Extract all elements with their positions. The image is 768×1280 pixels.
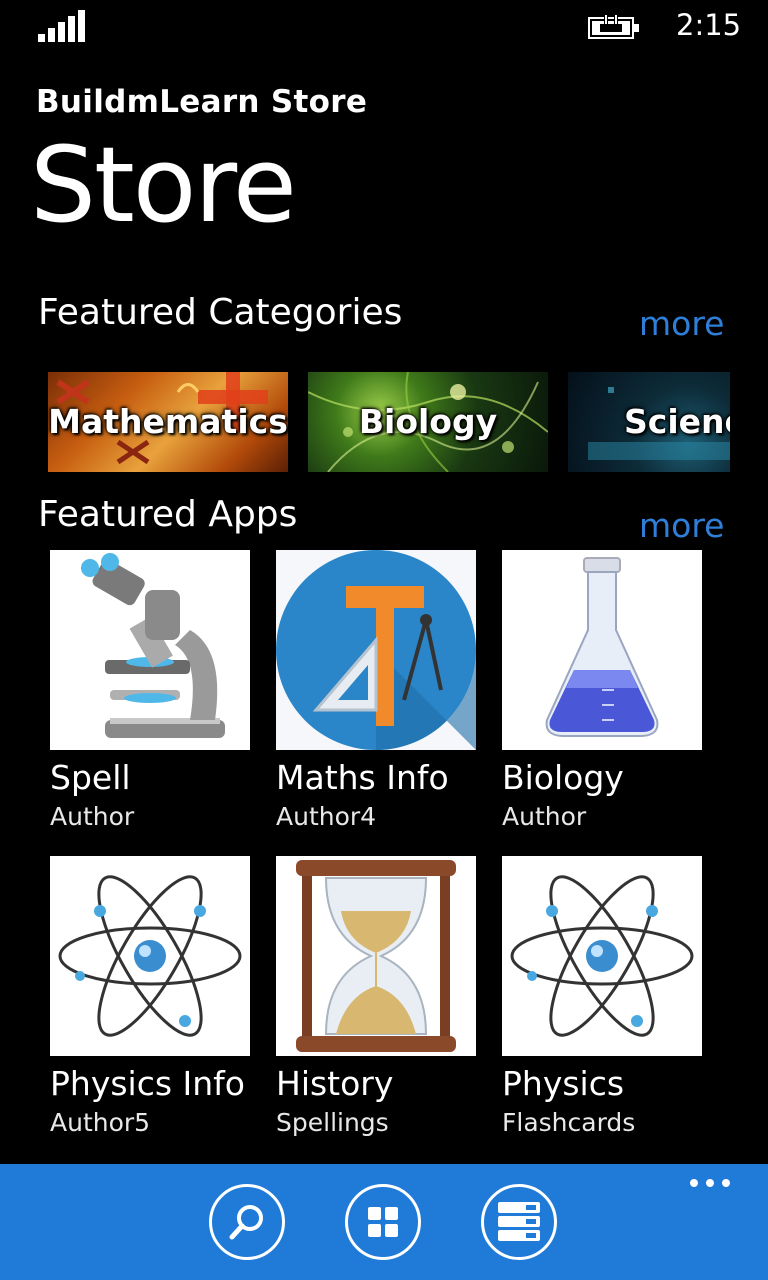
list-button[interactable]: [481, 1184, 557, 1260]
app-title: BuildmLearn Store: [36, 84, 368, 120]
app-tile-spell[interactable]: Spell Author: [50, 550, 260, 834]
search-icon: [229, 1205, 263, 1240]
app-tile-physics-flashcards[interactable]: Physics Flashcards: [502, 856, 712, 1140]
grid-icon: [368, 1207, 398, 1237]
app-author: Spellings: [276, 1108, 389, 1137]
app-bar: [0, 1164, 768, 1280]
atom-icon: [50, 856, 250, 1056]
apps-more-link[interactable]: more: [639, 506, 724, 545]
app-tile-physics-info[interactable]: Physics Info Author5: [50, 856, 260, 1140]
app-tile-biology[interactable]: Biology Author: [502, 550, 712, 834]
app-name: Physics: [502, 1064, 625, 1103]
app-name: Maths Info: [276, 758, 449, 797]
category-tile-biology[interactable]: Biology: [308, 372, 548, 472]
app-tile-history-spellings[interactable]: History Spellings: [276, 856, 486, 1140]
app-name: History: [276, 1064, 394, 1103]
flask-icon: [502, 550, 702, 750]
category-label: Biology: [358, 402, 498, 441]
clock: 2:15: [676, 8, 742, 42]
app-author: Author: [502, 802, 587, 831]
status-bar: 2:15: [0, 0, 768, 56]
app-name: Physics Info: [50, 1064, 245, 1103]
microscope-icon: [50, 550, 250, 750]
hourglass-icon: [276, 856, 476, 1056]
app-author: Flashcards: [502, 1108, 636, 1137]
page-title: Store: [30, 124, 297, 246]
app-name: Spell: [50, 758, 131, 797]
app-author: Author: [50, 802, 135, 831]
category-label: Mathematics: [48, 402, 288, 441]
category-label: Science: [624, 402, 730, 441]
search-button[interactable]: [209, 1184, 285, 1260]
category-tile-mathematics[interactable]: Mathematics: [48, 372, 288, 472]
app-author: Author4: [276, 802, 377, 831]
category-carousel[interactable]: Mathematics Biology Science: [48, 372, 730, 472]
app-author: Author5: [50, 1108, 151, 1137]
list-icon: [498, 1202, 540, 1241]
signal-strength-icon: [38, 10, 85, 42]
categories-more-link[interactable]: more: [639, 304, 724, 343]
geometry-tools-icon: [276, 550, 476, 750]
more-options-icon[interactable]: [688, 1176, 732, 1190]
app-name: Biology: [502, 758, 624, 797]
category-tile-science[interactable]: Science: [568, 372, 730, 472]
atom-icon: [502, 856, 702, 1056]
categories-button[interactable]: [345, 1184, 421, 1260]
featured-categories-heading: Featured Categories: [38, 292, 403, 333]
featured-apps-heading: Featured Apps: [38, 494, 298, 535]
app-tile-maths-info[interactable]: Maths Info Author4: [276, 550, 486, 834]
battery-charging-icon: [588, 14, 639, 39]
